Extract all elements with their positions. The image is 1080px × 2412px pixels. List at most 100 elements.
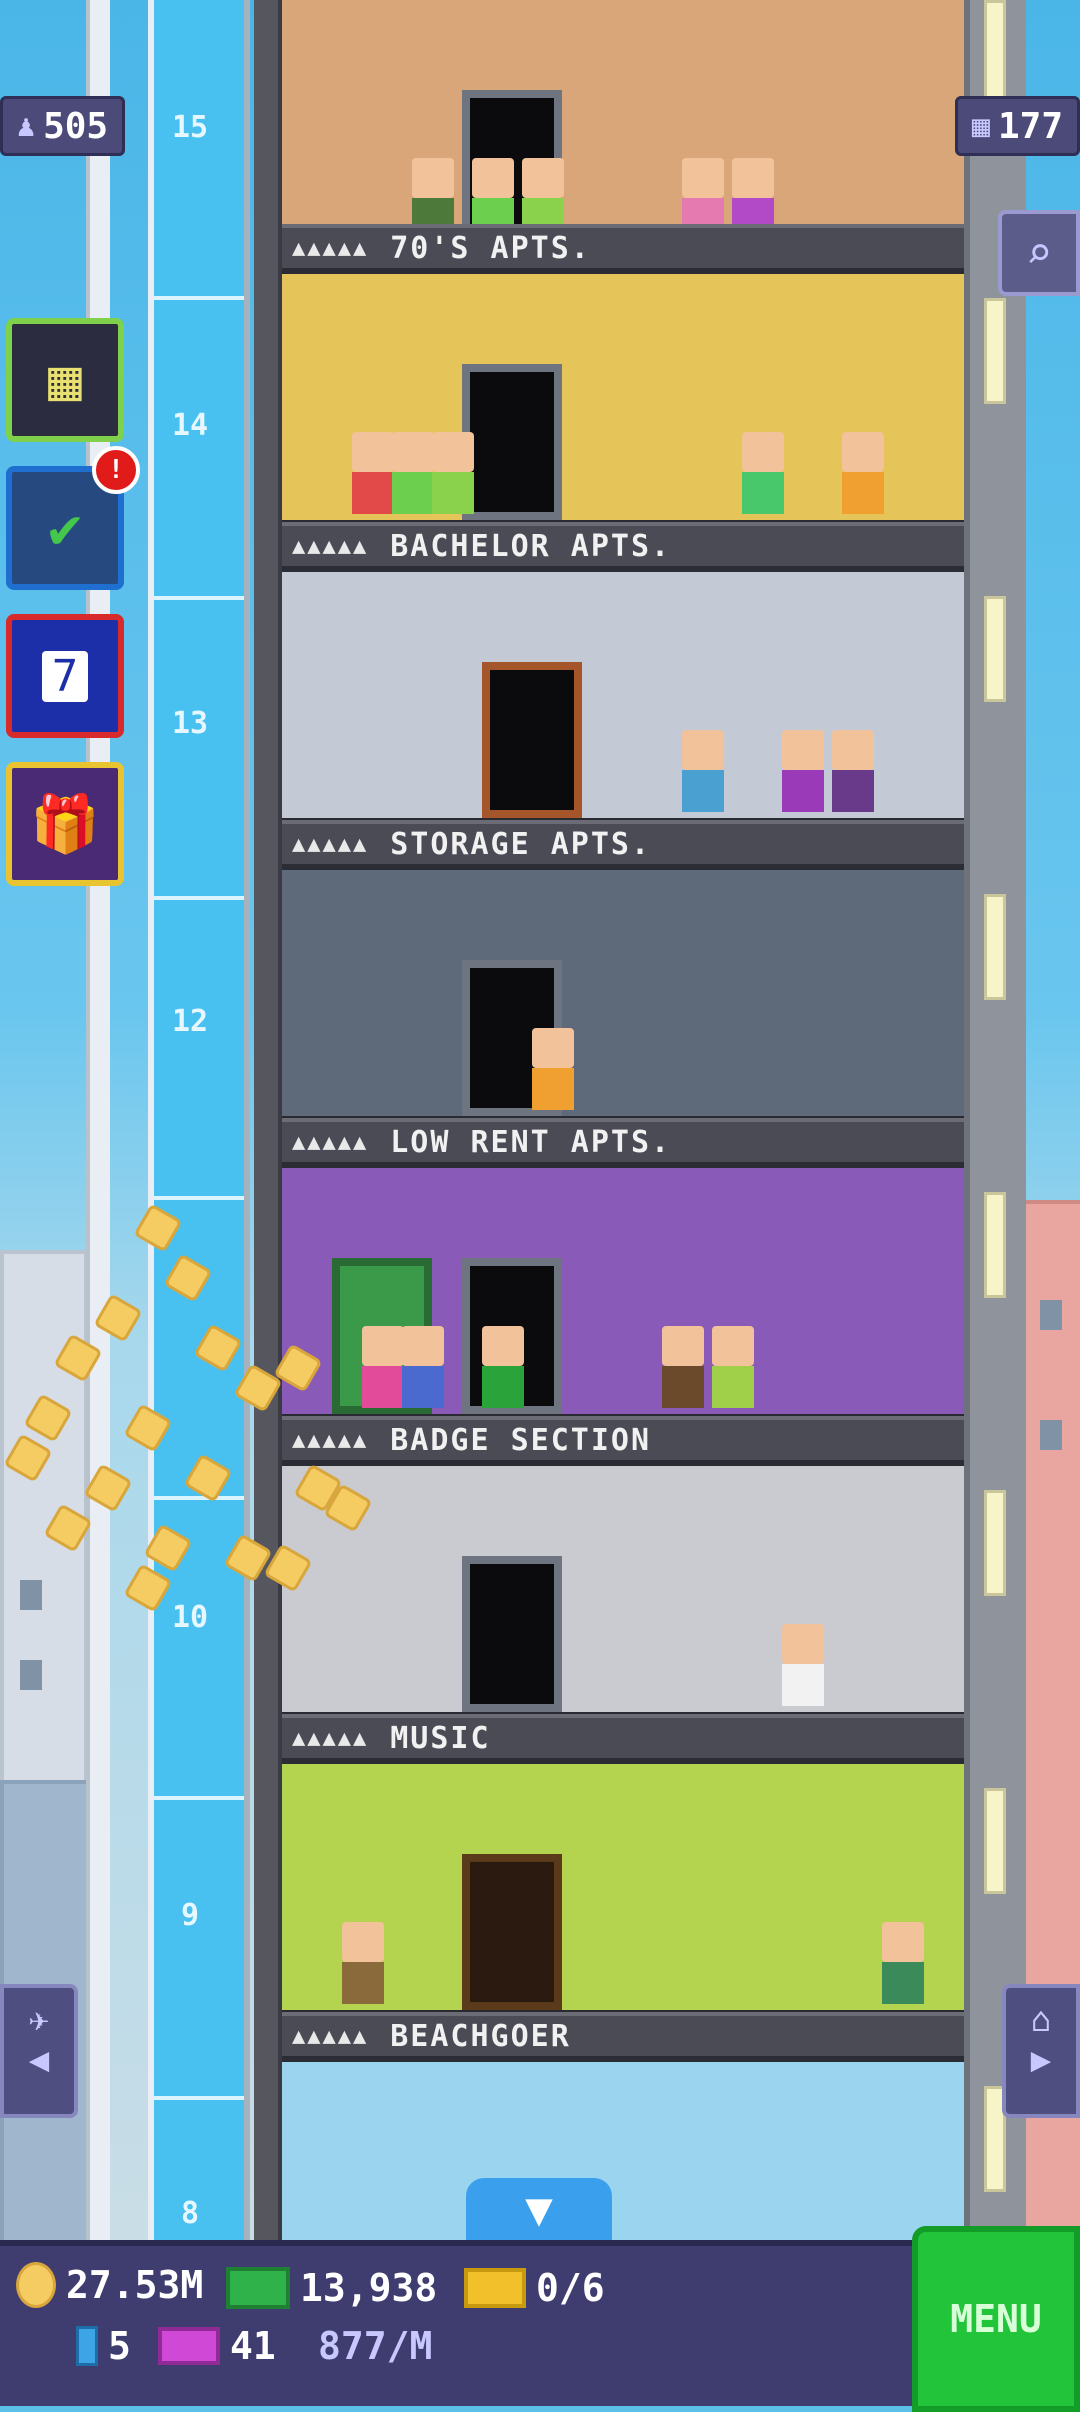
cells-display[interactable]: 5: [76, 2324, 131, 2368]
resident[interactable]: [392, 432, 434, 514]
go-to-lobby-button[interactable]: ✈ ◀: [0, 1984, 78, 2118]
floor-stars: ▲▲▲▲▲: [292, 235, 369, 261]
shaft-floor-number: 12: [171, 1004, 209, 1039]
menu-button[interactable]: MENU: [912, 2226, 1080, 2412]
floor-room-music[interactable]: [282, 1466, 964, 1712]
resident[interactable]: [682, 730, 724, 812]
floor-name: BACHELOR APTS.: [390, 528, 672, 564]
rail-light: [984, 894, 1006, 1000]
resident[interactable]: [402, 1326, 444, 1408]
vip-value: 41: [230, 2324, 276, 2368]
rail-light: [984, 1192, 1006, 1298]
floors-counter[interactable]: ▦ 177: [954, 96, 1080, 156]
room-door: [462, 1854, 562, 2010]
floor-room-badge-section[interactable]: [282, 1168, 964, 1414]
scroll-down-button[interactable]: ▼: [466, 2178, 612, 2240]
resident[interactable]: [482, 1326, 524, 1408]
floor-label: ▲▲▲▲▲ BADGE SECTION: [282, 1416, 964, 1466]
shaft-floor-number: 15: [171, 110, 209, 145]
coins-display[interactable]: 27.53M: [16, 2262, 203, 2308]
gift-button[interactable]: 🎁: [6, 762, 124, 886]
bux-value: 13,938: [300, 2266, 438, 2310]
floor-stars: ▲▲▲▲▲: [292, 1129, 369, 1155]
arrow-left-icon: ◀: [28, 2040, 50, 2080]
floor-name: STORAGE APTS.: [390, 826, 652, 862]
room-door: [462, 1556, 562, 1712]
floor-name: LOW RENT APTS.: [390, 1124, 672, 1160]
floor-stars: ▲▲▲▲▲: [292, 831, 369, 857]
rail-light: [984, 1788, 1006, 1894]
checklist-icon: ✔: [48, 495, 82, 561]
calendar-icon: 7: [41, 650, 89, 702]
background-window: [20, 1580, 42, 1610]
resident[interactable]: [662, 1326, 704, 1408]
floor-stars: ▲▲▲▲▲: [292, 533, 369, 559]
floor-stars: ▲▲▲▲▲: [292, 1725, 369, 1751]
income-value: 877/M: [318, 2324, 433, 2368]
floor-label: ▲▲▲▲▲ BACHELOR APTS.: [282, 522, 964, 572]
shaft-floor-number: 14: [171, 408, 209, 443]
vip-display[interactable]: 41: [158, 2324, 276, 2368]
floor-stars: ▲▲▲▲▲: [292, 2023, 369, 2049]
floor-label: ▲▲▲▲▲ BEACHGOER: [282, 2012, 964, 2062]
floor-name: BADGE SECTION: [390, 1422, 652, 1458]
floor-name: 70'S APTS.: [390, 230, 591, 266]
person-icon: ♟: [17, 108, 36, 144]
rail-light: [984, 0, 1006, 106]
shaft-floor-number: 9: [180, 1898, 200, 1933]
building-grid-icon: ▦: [971, 108, 990, 144]
floor-room-next[interactable]: [282, 2062, 964, 2240]
chevron-down-icon: ▼: [525, 2182, 553, 2236]
elevator-person-icon: ✈: [28, 2000, 50, 2040]
resident[interactable]: [432, 432, 474, 514]
battery-icon: [76, 2326, 98, 2366]
floor-name: BEACHGOER: [390, 2018, 571, 2054]
shaft-floor-number: 10: [171, 1600, 209, 1635]
coin-icon: [16, 2262, 56, 2308]
floors-value: 177: [997, 105, 1063, 147]
bux-icon: [226, 2267, 290, 2309]
floor-label: ▲▲▲▲▲ LOW RENT APTS.: [282, 1118, 964, 1168]
shaft-floor-number: 13: [171, 706, 209, 741]
resident[interactable]: [532, 1028, 574, 1110]
resident[interactable]: [712, 1326, 754, 1408]
resident[interactable]: [882, 1922, 924, 2004]
build-floor-button[interactable]: ▦: [6, 318, 124, 442]
resident[interactable]: [782, 730, 824, 812]
gift-icon: 🎁: [30, 792, 100, 857]
background-window: [20, 1660, 42, 1690]
floor-stars: ▲▲▲▲▲: [292, 1427, 369, 1453]
resident[interactable]: [782, 1624, 824, 1706]
background-window: [1040, 1420, 1062, 1450]
daily-calendar-button[interactable]: 7: [6, 614, 124, 738]
floor-label: ▲▲▲▲▲ 70'S APTS.: [282, 224, 964, 274]
shaft-floor-number: 8: [180, 2196, 200, 2231]
bux-display[interactable]: 13,938: [226, 2266, 437, 2310]
tickets-display[interactable]: 0/6: [464, 2266, 605, 2310]
floor-room-bachelor-apts[interactable]: [282, 274, 964, 520]
resident[interactable]: [342, 1922, 384, 2004]
tower-left-rail: [254, 0, 282, 2240]
building-icon: ▦: [48, 347, 82, 413]
go-to-top-button[interactable]: ⌂ ▶: [1002, 1984, 1080, 2118]
coins-value: 27.53M: [66, 2263, 204, 2307]
population-counter[interactable]: ♟ 505: [0, 96, 126, 156]
resident[interactable]: [842, 432, 884, 514]
floor-label: ▲▲▲▲▲ STORAGE APTS.: [282, 820, 964, 870]
resident[interactable]: [362, 1326, 404, 1408]
resident[interactable]: [742, 432, 784, 514]
population-value: 505: [43, 105, 109, 147]
income-rate: 877/M: [318, 2324, 432, 2368]
arrow-right-icon: ▶: [1030, 2040, 1052, 2080]
floor-room-70s-apts[interactable]: [282, 0, 964, 246]
floor-room-beachgoer[interactable]: [282, 1764, 964, 2010]
resident[interactable]: [832, 730, 874, 812]
resident[interactable]: [352, 432, 394, 514]
rail-light: [984, 596, 1006, 702]
rail-light: [984, 298, 1006, 404]
floor-room-low-rent-apts[interactable]: [282, 870, 964, 1116]
floor-room-storage-apts[interactable]: [282, 572, 964, 818]
room-door: [462, 364, 562, 520]
missions-notification-badge: !: [92, 446, 140, 494]
search-button[interactable]: ⌕: [998, 210, 1080, 296]
